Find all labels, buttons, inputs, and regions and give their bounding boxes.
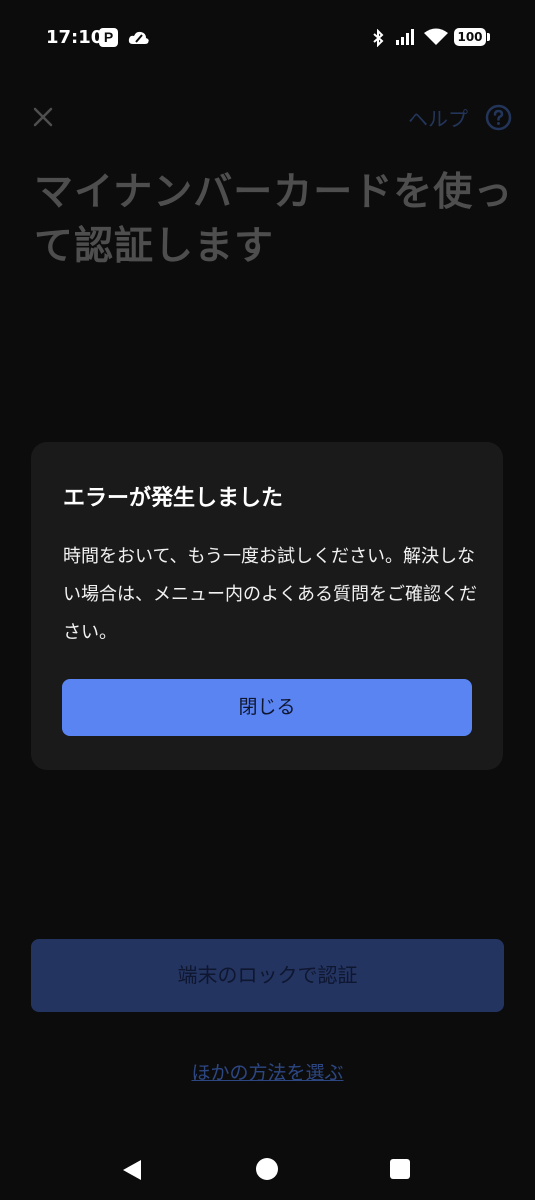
close-icon[interactable] [30,104,56,130]
wifi-icon [424,28,448,45]
status-time: 17:10 [46,27,104,48]
app-notification-icon: P [99,28,118,47]
recent-apps-icon[interactable] [390,1159,410,1179]
battery-indicator: 100 [454,28,486,46]
other-method-link[interactable]: ほかの方法を選ぶ [0,1058,535,1085]
device-lock-auth-button[interactable]: 端末のロックで認証 [31,939,504,1012]
error-dialog: エラーが発生しました 時間をおいて、もう一度お試しください。解決しない場合は、メ… [31,442,503,770]
signal-icon [396,29,414,45]
cloud-icon [128,31,149,44]
navigation-bar [0,1135,535,1200]
back-icon[interactable] [121,1159,143,1181]
battery-tip [487,33,490,41]
dialog-message: 時間をおいて、もう一度お試しください。解決しない場合は、メニュー内のよくある質問… [63,546,477,643]
status-bar: 17:10 P 100 [0,0,535,76]
home-icon[interactable] [256,1158,278,1180]
bluetooth-icon [373,29,384,47]
dialog-title: エラーが発生しました [63,486,284,511]
page-title: マイナンバーカードを使って認証します [34,170,514,269]
help-link[interactable]: ヘルプ [408,103,468,132]
help-circle-icon[interactable] [485,104,512,131]
dialog-close-button[interactable]: 閉じる [62,679,472,736]
